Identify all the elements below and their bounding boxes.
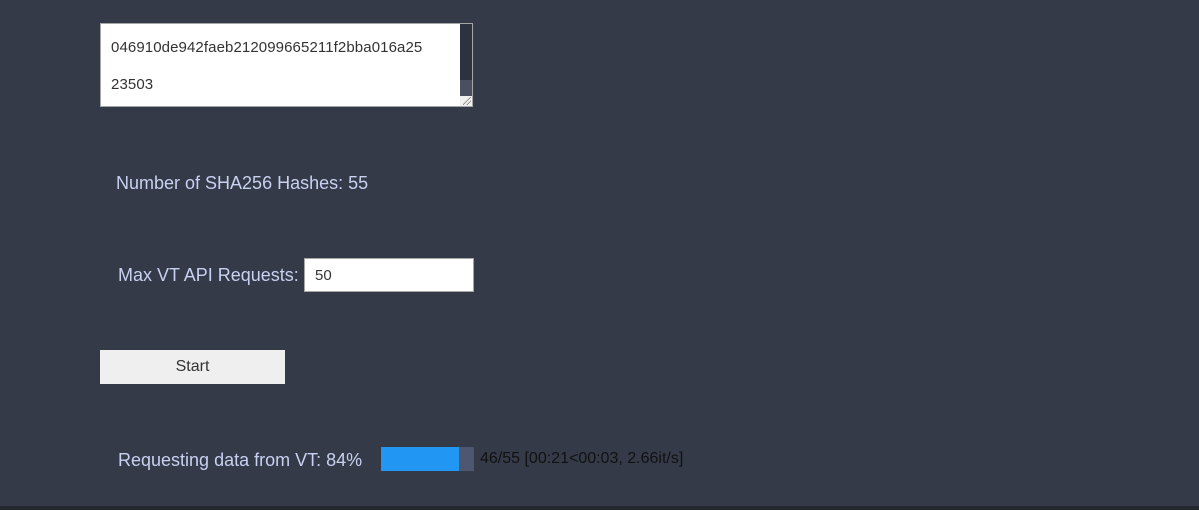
bottom-border bbox=[0, 506, 1199, 510]
hash-line-2: 23503 bbox=[111, 76, 154, 93]
scrollbar-thumb[interactable] bbox=[460, 24, 472, 80]
hash-textarea[interactable]: 046910de942faeb212099665211f2bba016a25 2… bbox=[100, 23, 473, 107]
hash-line-1: 046910de942faeb212099665211f2bba016a25 bbox=[111, 39, 423, 56]
progress-label: Requesting data from VT: 84% bbox=[118, 450, 363, 470]
progress-stats: 46/55 [00:21<00:03, 2.66it/s] bbox=[480, 450, 684, 467]
progress-bar-fill bbox=[381, 447, 460, 471]
max-requests-label: Max VT API Requests: bbox=[118, 265, 299, 285]
hash-count-label: Number of SHA256 Hashes: 55 bbox=[116, 173, 369, 193]
progress-bar bbox=[381, 447, 474, 471]
textarea-scrollbar[interactable] bbox=[460, 24, 472, 106]
max-requests-input[interactable] bbox=[304, 258, 474, 292]
scrollbar-thumb-lower bbox=[460, 80, 472, 96]
resize-grip-icon[interactable] bbox=[463, 97, 471, 105]
start-button[interactable]: Start bbox=[100, 350, 285, 384]
